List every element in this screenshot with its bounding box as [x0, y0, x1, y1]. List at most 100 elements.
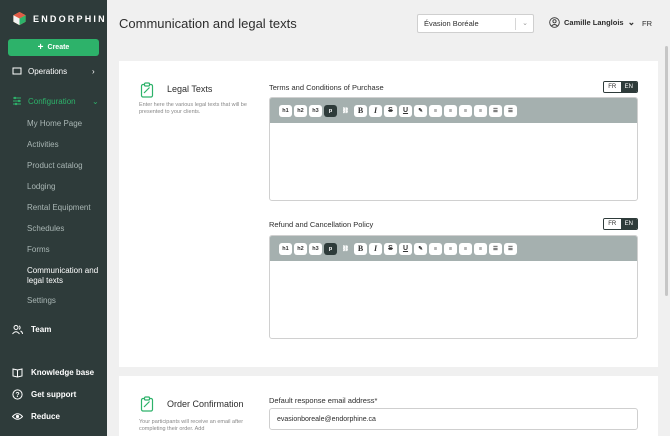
h1-button[interactable]: h1 [279, 104, 292, 117]
h1-button[interactable]: h1 [279, 242, 292, 255]
terms-language-toggle[interactable]: FR EN [603, 81, 638, 93]
nav-knowledge-base[interactable]: Knowledge base [12, 367, 94, 378]
align-right-icon[interactable]: ≡ [459, 104, 472, 117]
italic-button[interactable]: I [369, 242, 382, 255]
h2-button[interactable]: h2 [294, 242, 307, 255]
order-confirmation-description: Your participants will receive an email … [139, 419, 244, 432]
align-left-icon[interactable]: ≡ [429, 104, 442, 117]
paragraph-button[interactable]: p [324, 242, 337, 255]
operations-icon [12, 67, 22, 75]
refund-editor[interactable]: h1 h2 h3 p ⛓ B I S U ✎ ≡ ≡ ≡ ≡ ☰ ☰ [269, 235, 638, 339]
chevron-down-icon: ⌄ [627, 17, 636, 27]
lang-en-button[interactable]: EN [620, 82, 637, 92]
align-left-icon[interactable]: ≡ [429, 242, 442, 255]
nav-sub-schedules[interactable]: Schedules [27, 224, 64, 234]
user-menu[interactable]: Camille Langlois ⌄ [549, 17, 635, 28]
page-title: Communication and legal texts [119, 16, 297, 31]
organization-select-value: Évasion Boréale [424, 19, 479, 28]
endorphine-logo-icon [13, 11, 26, 26]
strikethrough-button[interactable]: S [384, 104, 397, 117]
nav-sub-forms[interactable]: Forms [27, 245, 50, 255]
bold-button[interactable]: B [354, 104, 367, 117]
terms-editor[interactable]: h1 h2 h3 p ⛓ B I S U ✎ ≡ ≡ ≡ ≡ ☰ ☰ [269, 97, 638, 201]
nav-sub-settings[interactable]: Settings [27, 296, 56, 306]
language-switch[interactable]: FR [642, 19, 652, 28]
create-button[interactable]: + Create [8, 39, 99, 56]
nav-get-support[interactable]: ? Get support [12, 389, 76, 400]
h2-button[interactable]: h2 [294, 104, 307, 117]
underline-button[interactable]: U [399, 242, 412, 255]
legal-texts-card: Legal Texts Enter here the various legal… [119, 61, 658, 367]
terms-label: Terms and Conditions of Purchase [269, 83, 384, 92]
chevron-down-icon: ⌄ [522, 20, 528, 27]
align-center-icon[interactable]: ≡ [444, 242, 457, 255]
team-icon [12, 325, 23, 335]
terms-toolbar: h1 h2 h3 p ⛓ B I S U ✎ ≡ ≡ ≡ ≡ ☰ ☰ [270, 98, 637, 123]
refund-label: Refund and Cancellation Policy [269, 220, 374, 229]
link-icon[interactable]: ⛓ [339, 105, 352, 117]
link-icon[interactable]: ⛓ [339, 243, 352, 255]
align-center-icon[interactable]: ≡ [444, 104, 457, 117]
underline-button[interactable]: U [399, 104, 412, 117]
legal-texts-description: Enter here the various legal texts that … [139, 102, 247, 115]
nav-configuration[interactable]: Configuration ⌄ [12, 96, 99, 106]
user-name: Camille Langlois [564, 18, 624, 27]
nav-sub-activities[interactable]: Activities [27, 140, 59, 150]
nav-configuration-label: Configuration [28, 96, 76, 106]
strikethrough-button[interactable]: S [384, 242, 397, 255]
select-divider [515, 18, 516, 30]
paragraph-button[interactable]: p [324, 104, 337, 117]
eye-icon [12, 413, 23, 420]
create-label: Create [47, 44, 70, 51]
nav-reduce[interactable]: Reduce [12, 411, 60, 422]
order-confirmation-title: Order Confirmation [167, 399, 244, 409]
nav-sub-home[interactable]: My Home Page [27, 119, 82, 129]
refund-language-toggle[interactable]: FR EN [603, 218, 638, 230]
lang-fr-button[interactable]: FR [604, 82, 621, 92]
nav-team[interactable]: Team [12, 324, 51, 335]
logo[interactable]: ENDORPHINE [12, 11, 107, 26]
nav-sub-lodging[interactable]: Lodging [27, 182, 55, 192]
header: Communication and legal texts Évasion Bo… [107, 0, 670, 48]
clipboard-icon [140, 396, 154, 412]
chevron-right-icon: › [92, 66, 95, 76]
highlight-icon[interactable]: ✎ [414, 242, 427, 255]
sidebar: ENDORPHINE + Create Operations › Configu… [0, 0, 107, 436]
email-input[interactable]: evasionboreale@endorphine.ca [269, 408, 638, 430]
h3-button[interactable]: h3 [309, 104, 322, 117]
italic-button[interactable]: I [369, 104, 382, 117]
bullet-list-icon[interactable]: ☰ [489, 242, 502, 255]
numbered-list-icon[interactable]: ☰ [504, 104, 517, 117]
bullet-list-icon[interactable]: ☰ [489, 104, 502, 117]
brand-name: ENDORPHINE [33, 13, 107, 24]
help-icon: ? [12, 389, 23, 400]
h3-button[interactable]: h3 [309, 242, 322, 255]
nav-sub-communication[interactable]: Communication and legal texts [27, 266, 103, 286]
svg-text:?: ? [15, 392, 19, 399]
nav-operations[interactable]: Operations › [12, 66, 95, 76]
lang-en-button[interactable]: EN [620, 219, 637, 229]
align-justify-icon[interactable]: ≡ [474, 104, 487, 117]
plus-icon: + [37, 41, 44, 53]
bold-button[interactable]: B [354, 242, 367, 255]
lang-fr-button[interactable]: FR [604, 219, 621, 229]
numbered-list-icon[interactable]: ☰ [504, 242, 517, 255]
highlight-icon[interactable]: ✎ [414, 104, 427, 117]
nav-reduce-label: Reduce [31, 412, 60, 421]
nav-team-label: Team [31, 325, 52, 334]
scrollbar[interactable] [665, 46, 668, 296]
nav-operations-label: Operations [28, 66, 68, 76]
user-avatar-icon [549, 17, 560, 28]
align-right-icon[interactable]: ≡ [459, 242, 472, 255]
nav-support-label: Get support [31, 390, 77, 399]
chevron-down-icon: ⌄ [92, 96, 99, 106]
email-label: Default response email address* [269, 396, 378, 405]
nav-sub-rental-equipment[interactable]: Rental Equipment [27, 203, 91, 213]
align-justify-icon[interactable]: ≡ [474, 242, 487, 255]
sliders-icon [13, 96, 21, 106]
nav-sub-product-catalog[interactable]: Product catalog [27, 161, 83, 171]
organization-select[interactable]: Évasion Boréale ⌄ [417, 14, 534, 33]
nav-knowledge-label: Knowledge base [31, 368, 95, 377]
refund-toolbar: h1 h2 h3 p ⛓ B I S U ✎ ≡ ≡ ≡ ≡ ☰ ☰ [270, 236, 637, 261]
order-confirmation-card: Order Confirmation Your participants wil… [119, 376, 658, 436]
